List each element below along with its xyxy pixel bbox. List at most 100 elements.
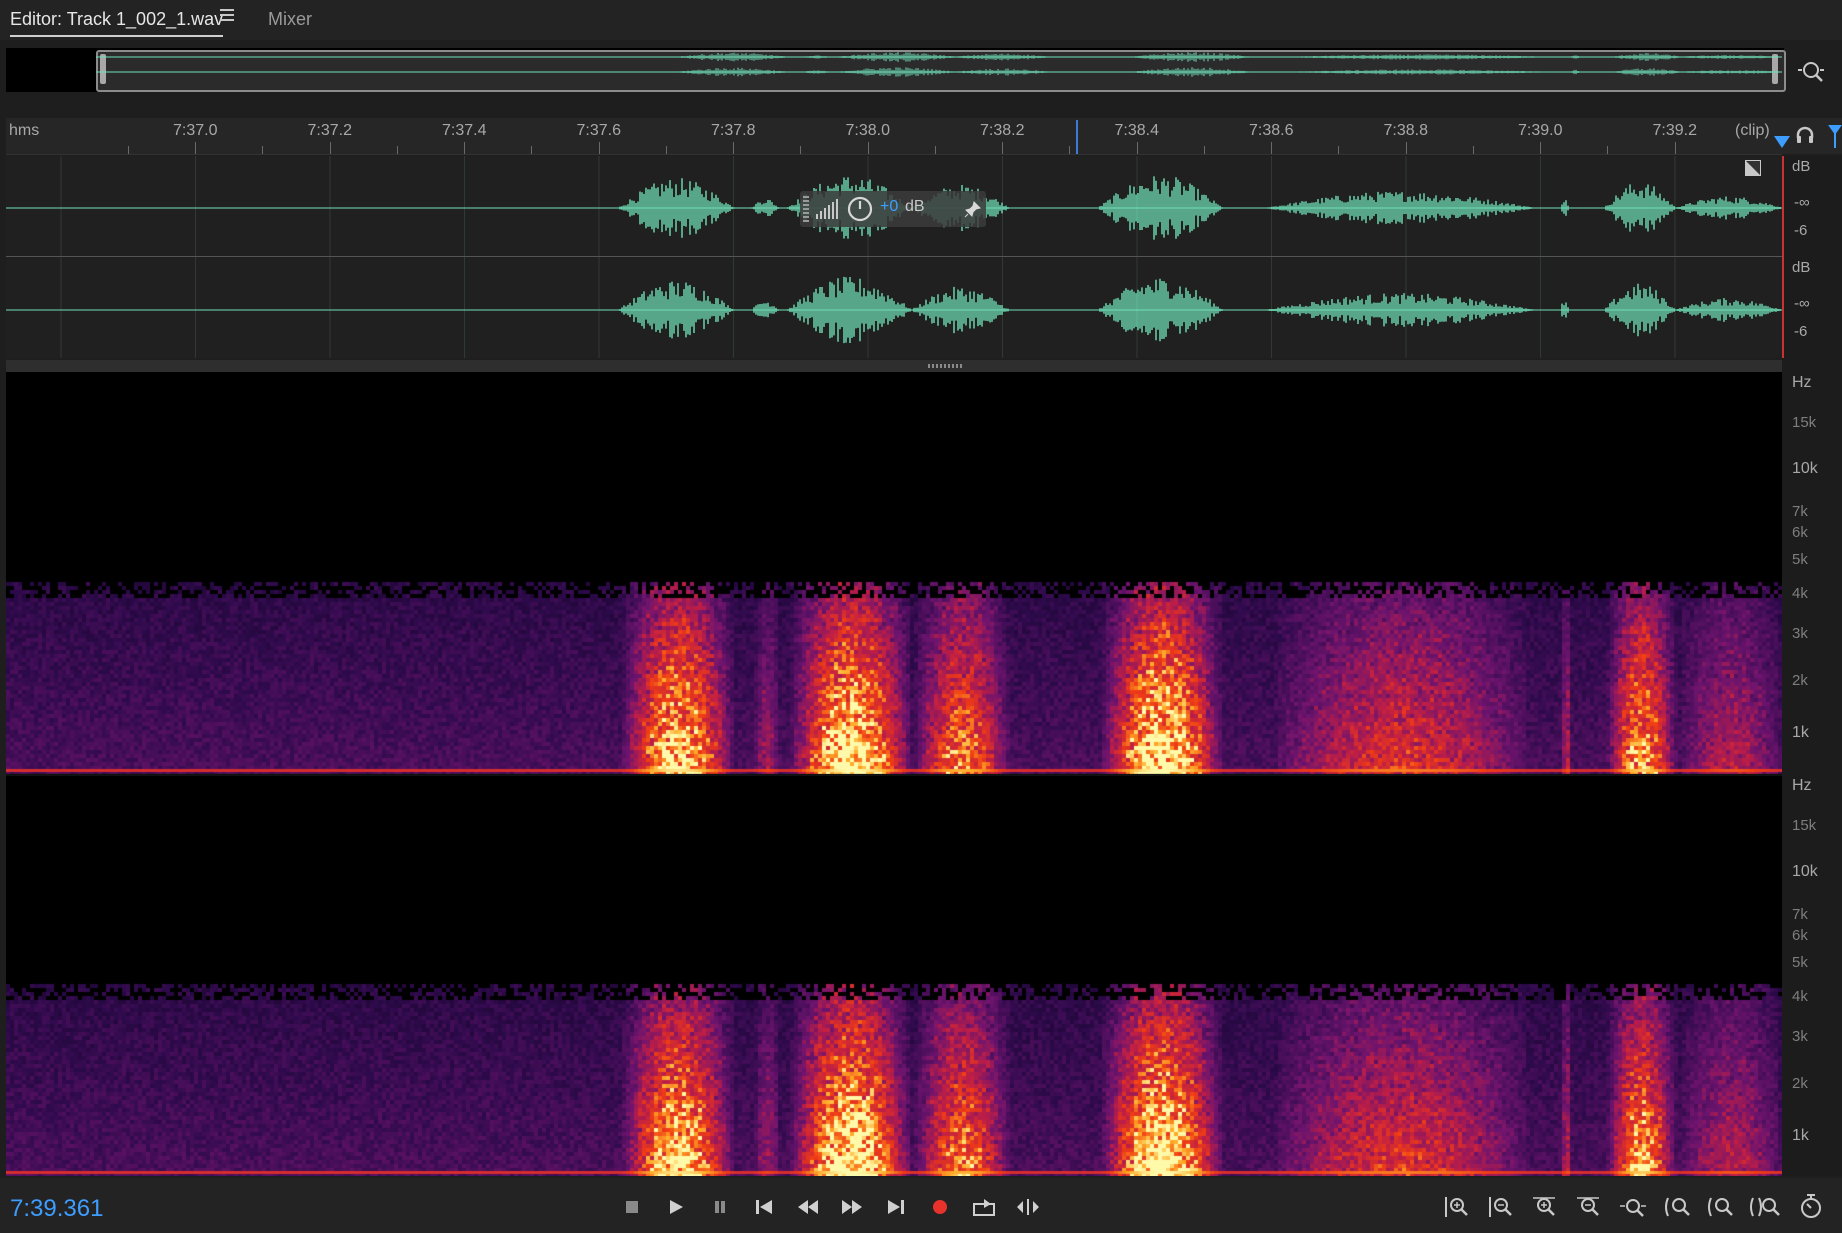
skip-button[interactable] — [1011, 1190, 1045, 1224]
scale-label: 2k — [1792, 672, 1808, 689]
clip-edge-line — [1782, 156, 1784, 358]
ruler-minor-tick — [934, 146, 936, 154]
scale-label: 6k — [1792, 524, 1808, 541]
scale-label: dB — [1792, 158, 1811, 175]
ruler-major-tick — [464, 142, 465, 154]
ruler-tick-label: 7:38.6 — [1249, 122, 1294, 139]
ruler-tick-label: 7:37.0 — [173, 122, 218, 139]
waveform-display — [6, 156, 1782, 358]
scale-label: 15k — [1792, 817, 1817, 834]
scale-label: 10k — [1792, 863, 1818, 880]
go-to-end-button[interactable] — [879, 1190, 913, 1224]
ruler-minor-tick — [1607, 146, 1609, 154]
scale-label: 5k — [1792, 551, 1808, 568]
stop-button[interactable] — [615, 1190, 649, 1224]
ruler-tick-label: 7:38.4 — [1114, 122, 1159, 139]
scale-label: 4k — [1792, 585, 1808, 602]
panel-menu-icon[interactable] — [220, 9, 234, 23]
overview-waveform — [96, 52, 1782, 77]
ruler-major-tick — [733, 142, 734, 154]
ruler-major-tick — [1540, 142, 1541, 154]
ruler-major-tick — [1136, 142, 1138, 154]
zoom-out-time-icon[interactable] — [1572, 1190, 1606, 1224]
zoom-in-time-icon[interactable] — [1528, 1190, 1562, 1224]
zoom-in-at-in-point-icon[interactable] — [1748, 1190, 1782, 1224]
ruler-major-tick — [195, 142, 196, 154]
ruler-tick-label: 7:39.0 — [1518, 122, 1563, 139]
ruler-minor-tick — [1472, 146, 1474, 154]
fast-forward-button[interactable] — [835, 1190, 869, 1224]
hud-drag-handle[interactable] — [803, 196, 809, 222]
ruler-major-tick — [1674, 142, 1676, 154]
ruler-unit-label: hms — [9, 122, 40, 139]
ruler-tick-label: 7:37.8 — [711, 122, 756, 139]
ruler-major-tick — [1002, 142, 1003, 154]
scale-label: 3k — [1792, 1028, 1808, 1045]
ruler-minor-tick — [262, 146, 264, 154]
go-to-start-button[interactable] — [747, 1190, 781, 1224]
splitter-grip[interactable] — [928, 364, 964, 368]
scale-label: 10k — [1792, 460, 1818, 477]
ruler-major-tick — [1271, 142, 1272, 154]
ruler-tick-label: 7:37.4 — [442, 122, 487, 139]
tab-editor[interactable]: Editor: Track 1_002_1.wav — [10, 6, 224, 37]
time-readout[interactable]: 7:39.361 — [10, 1195, 103, 1223]
playhead-handle[interactable] — [1772, 134, 1792, 150]
ruler-major-tick — [1405, 142, 1407, 154]
ruler-tick-label: 7:38.2 — [980, 122, 1025, 139]
ruler-minor-tick — [127, 146, 129, 154]
channel-toggle-icon[interactable] — [1745, 160, 1761, 176]
record-button[interactable] — [923, 1190, 957, 1224]
zoom-in-at-out-point-icon[interactable] — [1704, 1190, 1738, 1224]
zoom-in-amplitude-icon[interactable] — [1440, 1190, 1474, 1224]
ruler-minor-tick — [665, 146, 667, 154]
scale-label: 4k — [1792, 988, 1808, 1005]
volume-knob-icon[interactable] — [846, 195, 874, 223]
loop-playback-button[interactable] — [967, 1190, 1001, 1224]
time-ruler[interactable] — [6, 118, 1782, 155]
channel-divider — [6, 256, 1782, 257]
scale-label: 2k — [1792, 1075, 1808, 1092]
scale-label: -6 — [1794, 323, 1808, 340]
ruler-tick-label: 7:37.2 — [307, 122, 352, 139]
ruler-minor-tick — [531, 146, 533, 154]
ruler-minor-tick — [800, 146, 802, 154]
transport-bar — [0, 1178, 1842, 1233]
scale-label: 7k — [1792, 906, 1808, 923]
pause-button[interactable] — [703, 1190, 737, 1224]
panel-splitter[interactable] — [6, 360, 1842, 372]
scale-label: 3k — [1792, 625, 1808, 642]
zoom-out-amplitude-icon[interactable] — [1484, 1190, 1518, 1224]
marker-pin-icon[interactable] — [1828, 124, 1842, 148]
volume-unit: dB — [905, 198, 925, 215]
ruler-minor-tick — [1338, 146, 1340, 154]
volume-value[interactable]: +0 — [880, 198, 898, 216]
ruler-clip-label: (clip) — [1735, 122, 1770, 139]
scale-label: dB — [1792, 259, 1811, 276]
spectral-channel-divider — [6, 774, 1782, 776]
scale-label: 5k — [1792, 954, 1808, 971]
scroll-zoom-icon[interactable] — [1794, 1190, 1828, 1224]
level-meter-icon — [814, 197, 840, 221]
scale-label: 1k — [1792, 724, 1809, 741]
ruler-tick-label: 7:37.6 — [576, 122, 621, 139]
ruler-minor-tick — [1069, 146, 1071, 154]
zoom-navigator-icon[interactable] — [1796, 56, 1826, 86]
ruler-tick-label: 7:39.2 — [1652, 122, 1697, 139]
play-button[interactable] — [659, 1190, 693, 1224]
ruler-tick-label: 7:38.0 — [845, 122, 890, 139]
ruler-major-tick — [598, 142, 600, 154]
tab-mixer[interactable]: Mixer — [268, 6, 312, 32]
pin-hud-icon[interactable] — [964, 200, 982, 218]
zoom-to-selection-icon[interactable] — [1660, 1190, 1694, 1224]
scale-label: Hz — [1792, 374, 1812, 391]
scale-label: -∞ — [1794, 194, 1810, 211]
scale-label: -∞ — [1794, 295, 1810, 312]
playhead-marker[interactable] — [1076, 120, 1078, 154]
rewind-button[interactable] — [791, 1190, 825, 1224]
headphones-icon[interactable] — [1794, 124, 1816, 146]
vertical-scale[interactable] — [1782, 156, 1842, 1176]
scale-label: 7k — [1792, 503, 1808, 520]
scale-label: Hz — [1792, 777, 1812, 794]
zoom-out-full-icon[interactable] — [1616, 1190, 1650, 1224]
